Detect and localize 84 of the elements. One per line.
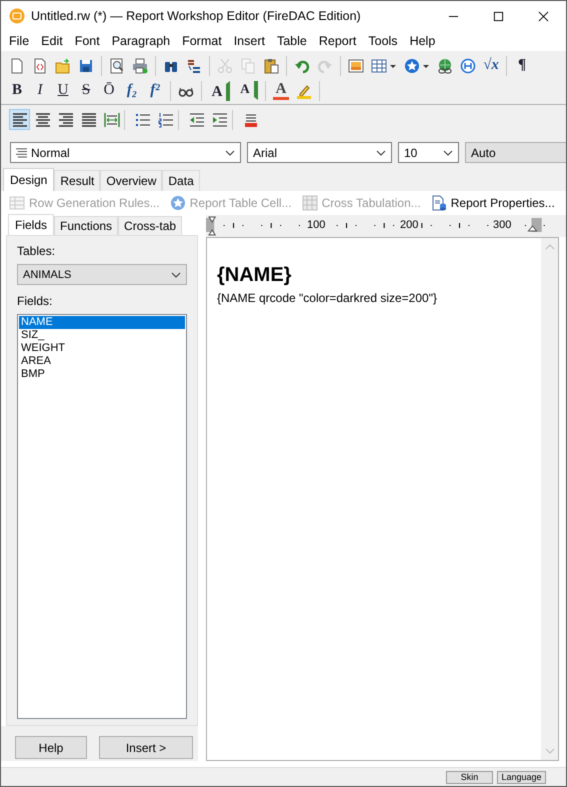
list-item[interactable]: WEIGHT — [19, 342, 185, 355]
toolbar-button[interactable]: A — [237, 81, 258, 100]
indent-icon — [212, 112, 228, 128]
paragraph-style-icon — [16, 147, 27, 158]
picture-frame-icon[interactable] — [348, 58, 364, 74]
menu-item[interactable]: Format — [176, 34, 228, 48]
align-right-icon — [58, 112, 74, 128]
tab[interactable]: Overview — [100, 170, 162, 191]
toolbar-button[interactable]: U — [55, 82, 71, 99]
list-item[interactable]: SIZ_ — [19, 329, 185, 342]
chevron-down-icon — [443, 150, 453, 156]
chevron-down-icon — [171, 272, 181, 278]
fit-width-icon — [104, 112, 120, 128]
color-dropdown[interactable]: Auto — [465, 142, 566, 163]
tab[interactable]: Result — [54, 170, 100, 191]
window-title: Untitled.rw (*) — Report Workshop Editor (FireDAC Edition) — [31, 9, 362, 23]
tables-label: Tables: — [17, 244, 56, 258]
tab[interactable]: Functions — [54, 216, 118, 235]
toolbar-button[interactable]: S — [78, 82, 94, 99]
document-heading: {NAME} — [217, 264, 292, 287]
list-item[interactable]: AREA — [19, 355, 185, 368]
table-rows-icon — [9, 195, 25, 211]
document-icon[interactable] — [9, 58, 25, 74]
tab[interactable]: Fields — [8, 214, 54, 235]
clipboard-icon[interactable] — [263, 58, 279, 74]
list-item[interactable]: NAME — [19, 316, 185, 329]
document-area[interactable]: {NAME} {NAME qrcode "color=darkred size=200"} — [206, 237, 559, 761]
language-button[interactable]: Language — [497, 770, 546, 784]
paragraph-shading-icon — [242, 112, 258, 128]
tab[interactable]: Cross-tab — [118, 216, 182, 235]
toolbar-button[interactable]: Ō — [101, 82, 117, 99]
menu-item[interactable]: File — [3, 34, 36, 48]
menu-item[interactable]: Help — [404, 34, 442, 48]
chevron-down-icon — [225, 150, 235, 156]
toolbar-button[interactable]: I — [32, 82, 48, 99]
toolbar-button[interactable]: ¶ — [514, 57, 530, 74]
skin-button[interactable]: Skin — [446, 770, 493, 784]
style-dropdown[interactable]: Normal — [10, 142, 241, 163]
toolbar-button[interactable]: B — [9, 82, 25, 99]
outdent-icon — [188, 112, 204, 128]
undo-icon[interactable] — [294, 58, 310, 74]
insert-button[interactable]: Insert > — [99, 736, 193, 759]
table-icon[interactable] — [371, 58, 387, 74]
tables-dropdown[interactable]: ANIMALS — [17, 264, 187, 285]
document-text: {NAME qrcode "color=darkred size=200"} — [217, 291, 437, 305]
grid-icon — [302, 195, 318, 211]
bulleted-list-icon — [134, 112, 150, 128]
globe-link-icon[interactable] — [437, 58, 453, 74]
tab[interactable]: Data — [162, 170, 200, 191]
menu-item[interactable]: Table — [270, 34, 313, 48]
chevron-down-icon — [376, 150, 386, 156]
printer-icon[interactable] — [132, 58, 148, 74]
size-dropdown[interactable]: 10 — [398, 142, 459, 163]
magnifier-page-icon[interactable] — [109, 58, 125, 74]
font-dropdown[interactable]: Arial — [247, 142, 392, 163]
close-icon[interactable] — [538, 10, 549, 22]
toolbar-button[interactable]: f₂ — [124, 82, 140, 99]
app-icon — [9, 8, 25, 24]
align-left-icon — [12, 112, 28, 128]
highlighter-icon[interactable] — [296, 82, 312, 98]
menu-item[interactable]: Tools — [362, 34, 404, 48]
menu-item[interactable]: Edit — [35, 34, 69, 48]
circled-h-icon[interactable] — [460, 58, 476, 74]
fields-label: Fields: — [17, 294, 54, 308]
align-left-button[interactable] — [9, 109, 30, 130]
help-button[interactable]: Help — [15, 736, 87, 759]
menu-item[interactable]: Font — [68, 34, 106, 48]
spellcheck-icon[interactable] — [186, 58, 202, 74]
toolbar-button[interactable]: A — [273, 82, 289, 100]
code-document-icon[interactable] — [32, 58, 48, 74]
toolbar-button[interactable]: f² — [147, 82, 163, 99]
list-item[interactable]: BMP — [19, 368, 185, 381]
menu-item[interactable]: Paragraph — [106, 34, 176, 48]
tab[interactable]: Design — [3, 168, 54, 191]
maximize-icon[interactable] — [493, 10, 504, 22]
document-database-icon — [430, 195, 447, 211]
toolbar-button[interactable]: √x — [483, 57, 499, 74]
numbered-list-icon — [158, 112, 174, 128]
folder-icon[interactable] — [55, 58, 71, 74]
toolbar-button[interactable]: Report Properties... — [430, 195, 555, 211]
justify-icon — [80, 112, 96, 128]
menu-item[interactable]: Insert — [228, 34, 271, 48]
align-center-icon — [34, 112, 50, 128]
menu-item[interactable]: Report — [312, 34, 362, 48]
